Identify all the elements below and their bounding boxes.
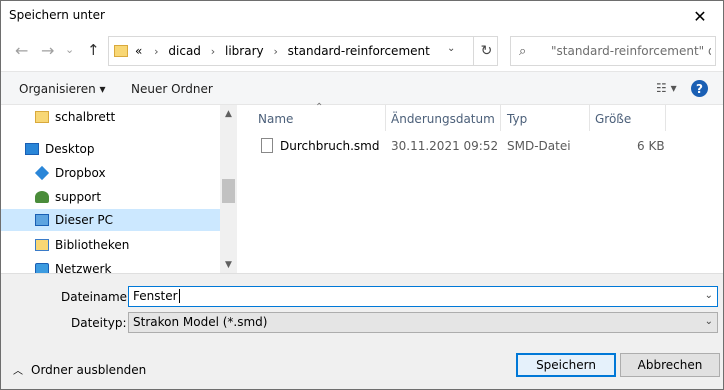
chevron-down-icon[interactable]: ⌄	[705, 290, 713, 301]
column-divider[interactable]	[665, 105, 666, 131]
chevron-up-icon: ︿	[13, 366, 23, 377]
library-icon	[35, 239, 49, 251]
column-header-size[interactable]: Größe	[595, 112, 631, 126]
breadcrumb-standard-reinforcement[interactable]: standard-reinforcement	[288, 44, 430, 58]
file-date: 30.11.2021 09:52	[391, 139, 499, 153]
recent-locations-button[interactable]: ⌄	[65, 43, 74, 56]
forward-button[interactable]: →	[41, 41, 54, 60]
folder-icon	[114, 45, 128, 57]
command-bar: Organisieren ▾ Neuer Ordner ☷ ▾ ?	[1, 71, 723, 105]
column-header-date[interactable]: Änderungsdatum	[391, 112, 495, 126]
save-options-panel: Dateiname: Fenster ⌄ Dateityp: Strakon M…	[1, 273, 723, 389]
title-bar: Speichern unter ✕	[1, 1, 723, 31]
search-box[interactable]: ⌕ "standard-reinforcement" d...	[510, 36, 716, 66]
breadcrumb-dicad[interactable]: dicad	[168, 44, 201, 58]
filetype-value: Strakon Model (*.smd)	[133, 315, 268, 329]
desktop-icon	[25, 143, 39, 155]
dropbox-icon	[34, 165, 50, 181]
sidebar-item-netzwerk[interactable]: Netzwerk	[1, 258, 220, 273]
sidebar-item-desktop[interactable]: Desktop	[1, 138, 220, 160]
chevron-right-icon: ›	[154, 45, 159, 58]
refresh-icon: ↻	[480, 43, 493, 59]
chevron-down-icon: ⌄	[704, 316, 713, 327]
sidebar-item-label: Netzwerk	[55, 262, 112, 273]
change-view-button[interactable]: ☷ ▾	[656, 81, 677, 95]
organize-button[interactable]: Organisieren ▾	[19, 82, 106, 96]
search-input[interactable]: "standard-reinforcement" d...	[551, 44, 711, 58]
filetype-select[interactable]: Strakon Model (*.smd) ⌄	[128, 312, 718, 333]
close-icon: ✕	[693, 6, 707, 26]
folder-icon	[35, 111, 49, 123]
sidebar-item-label: support	[55, 190, 102, 204]
back-button[interactable]: ←	[15, 41, 28, 60]
sidebar-item-label: Bibliotheken	[55, 238, 130, 252]
cancel-button[interactable]: Abbrechen	[620, 353, 720, 377]
sidebar-item-dropbox[interactable]: Dropbox	[1, 162, 220, 184]
search-icon: ⌕	[519, 44, 527, 59]
column-header-type[interactable]: Typ	[507, 112, 527, 126]
sidebar-item-label: Dropbox	[55, 166, 106, 180]
column-divider[interactable]	[589, 105, 590, 131]
new-folder-button[interactable]: Neuer Ordner	[131, 82, 213, 96]
scroll-down-icon[interactable]: ▼	[220, 256, 237, 273]
column-divider[interactable]	[385, 105, 386, 131]
refresh-button[interactable]: ↻	[473, 37, 499, 65]
table-row[interactable]: Durchbruch.smd 30.11.2021 09:52 SMD-Date…	[251, 135, 711, 157]
hide-folders-label: Ordner ausblenden	[31, 362, 147, 377]
address-dropdown-button[interactable]: ⌄	[447, 43, 455, 54]
save-button[interactable]: Speichern	[516, 353, 616, 377]
filetype-label: Dateityp:	[71, 316, 127, 330]
file-name: Durchbruch.smd	[280, 139, 380, 153]
scrollbar-thumb[interactable]	[222, 179, 235, 203]
sidebar-item-support[interactable]: support	[1, 186, 220, 208]
file-type: SMD-Datei	[507, 139, 571, 153]
filename-label: Dateiname:	[61, 290, 132, 304]
navigation-bar: ← → ⌄ ↑ « › dicad › library › standard-r…	[1, 31, 723, 71]
column-divider[interactable]	[500, 105, 501, 131]
sidebar-item-bibliotheken[interactable]: Bibliotheken	[1, 234, 220, 256]
sort-ascending-icon: ⌃	[315, 102, 324, 113]
chevron-right-icon: ›	[273, 45, 278, 58]
navigation-scrollbar[interactable]: ▲ ▼	[220, 105, 237, 273]
computer-icon	[35, 214, 49, 226]
sidebar-item-dieser-pc[interactable]: Dieser PC	[1, 209, 220, 231]
sidebar-item-label: Dieser PC	[55, 213, 113, 227]
breadcrumb-overflow[interactable]: «	[135, 44, 142, 58]
breadcrumb-library[interactable]: library	[225, 44, 264, 58]
scroll-up-icon[interactable]: ▲	[220, 105, 237, 122]
filename-field[interactable]: Fenster ⌄	[128, 286, 718, 307]
file-list: ⌃ Name Änderungsdatum Typ Größe Durchbru…	[237, 102, 723, 273]
close-button[interactable]: ✕	[677, 1, 723, 31]
sidebar-item-label: Desktop	[45, 142, 95, 156]
navigation-pane: schalbrett Desktop Dropbox support Dieser PC…	[1, 105, 237, 273]
help-icon[interactable]: ?	[691, 80, 708, 97]
hide-folders-toggle[interactable]: ︿ Ordner ausblenden	[13, 362, 147, 378]
sidebar-item-schalbrett[interactable]: schalbrett	[1, 106, 220, 128]
network-icon	[35, 263, 49, 273]
chevron-right-icon: ›	[210, 45, 216, 58]
file-size: 6 KB	[637, 139, 665, 153]
window-title: Speichern unter	[9, 8, 105, 22]
filename-value: Fenster	[133, 289, 178, 303]
sidebar-item-label: schalbrett	[55, 110, 116, 124]
save-as-dialog: Speichern unter ✕ ← → ⌄ ↑ « › dicad › li…	[0, 0, 724, 390]
column-header-name[interactable]: Name	[258, 112, 293, 126]
document-icon	[261, 138, 273, 153]
address-bar[interactable]: « › dicad › library › standard-reinforce…	[108, 36, 498, 66]
up-button[interactable]: ↑	[87, 41, 100, 59]
breadcrumb: « › dicad › library › standard-reinforce…	[135, 44, 430, 58]
user-icon	[35, 191, 49, 203]
